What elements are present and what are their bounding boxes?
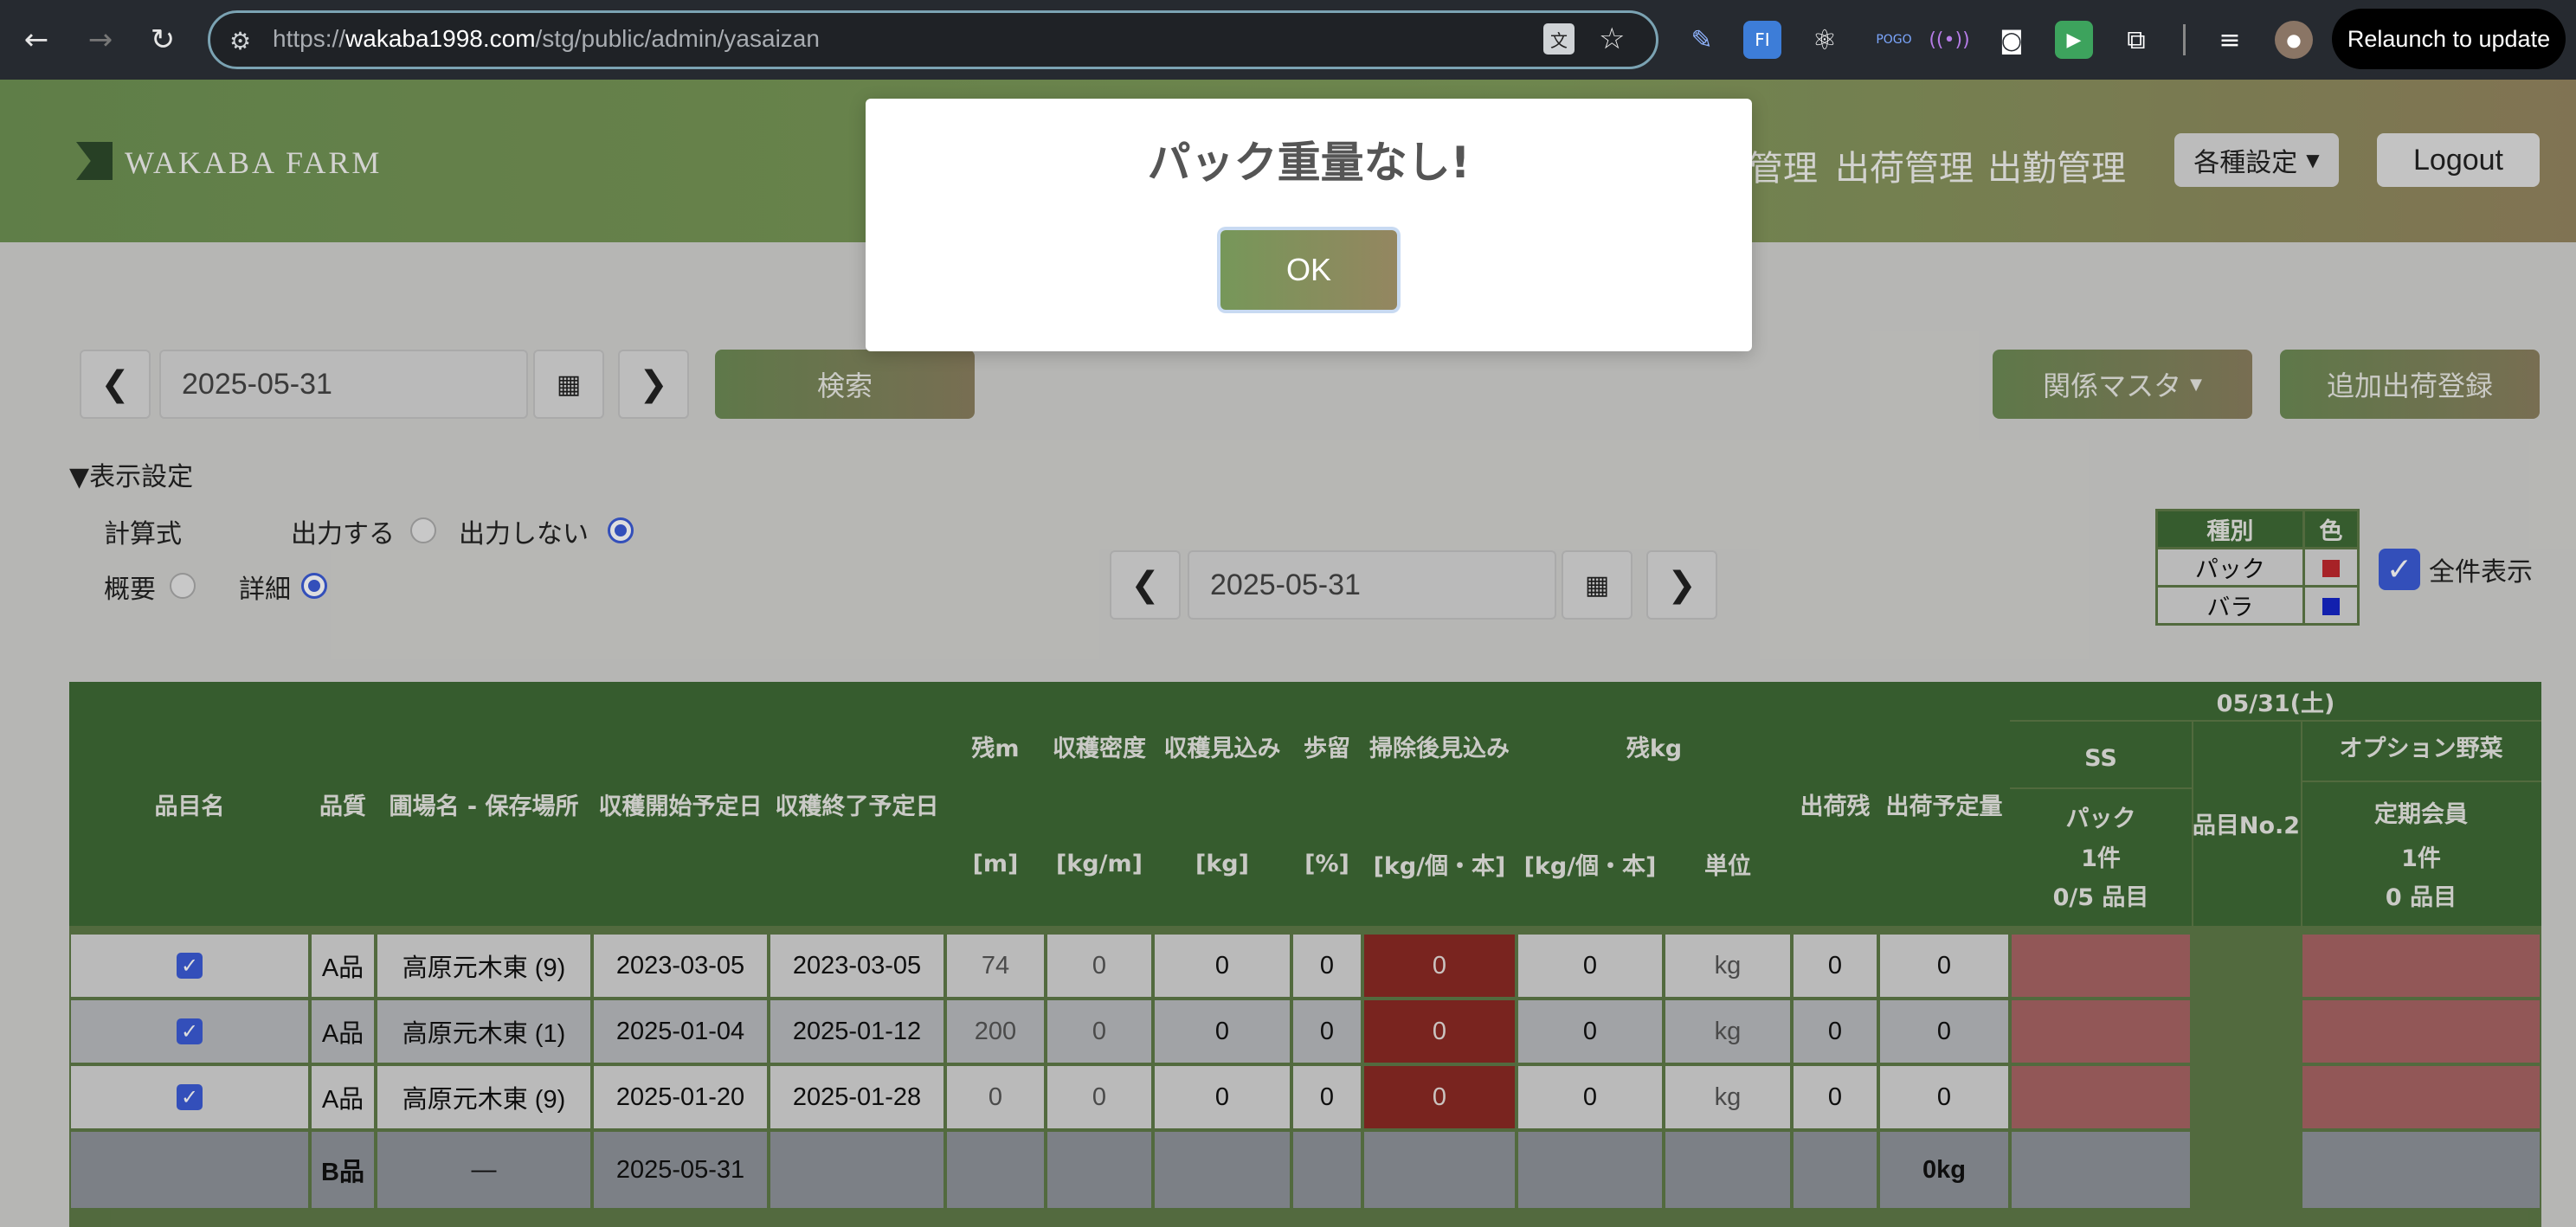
dialog-title: パック重量なし! (1147, 138, 1471, 188)
eyedropper-icon[interactable]: ✎ (1683, 21, 1721, 59)
extension-play-icon[interactable]: ▶ (2055, 21, 2093, 59)
ok-button[interactable]: OK (1220, 230, 1397, 310)
toolbar-divider (2183, 24, 2186, 55)
browser-toolbar: ← → ↻ ⚙ https://wakaba1998.com/stg/publi… (0, 0, 2576, 80)
extension-radio-icon[interactable]: ((•)) (1929, 21, 1969, 59)
bookmark-star-icon[interactable]: ☆ (1599, 22, 1625, 56)
avatar[interactable]: ● (2275, 21, 2313, 59)
react-devtools-icon[interactable]: ⚛ (1806, 21, 1844, 59)
media-queue-icon[interactable]: ≡ (2211, 21, 2249, 59)
site-info-icon[interactable]: ⚙ (229, 27, 251, 55)
back-icon[interactable]: ← (12, 16, 61, 64)
address-bar[interactable]: ⚙ https://wakaba1998.com/stg/public/admi… (208, 10, 1658, 69)
url-text[interactable]: https://wakaba1998.com/stg/public/admin/… (273, 25, 820, 53)
alert-dialog: パック重量なし! OK (866, 99, 1752, 351)
extensions-puzzle-icon[interactable]: ⧉ (2117, 21, 2155, 59)
extension-fi-icon[interactable]: FI (1743, 21, 1781, 59)
translate-icon[interactable]: 文 (1543, 23, 1575, 55)
forward-icon[interactable]: → (76, 16, 125, 64)
camera-icon[interactable]: ◙ (1993, 21, 2031, 59)
reload-icon[interactable]: ↻ (138, 16, 187, 64)
relaunch-button[interactable]: Relaunch to update (2332, 9, 2566, 69)
extension-pogo-icon[interactable]: POGO (1868, 21, 1920, 59)
